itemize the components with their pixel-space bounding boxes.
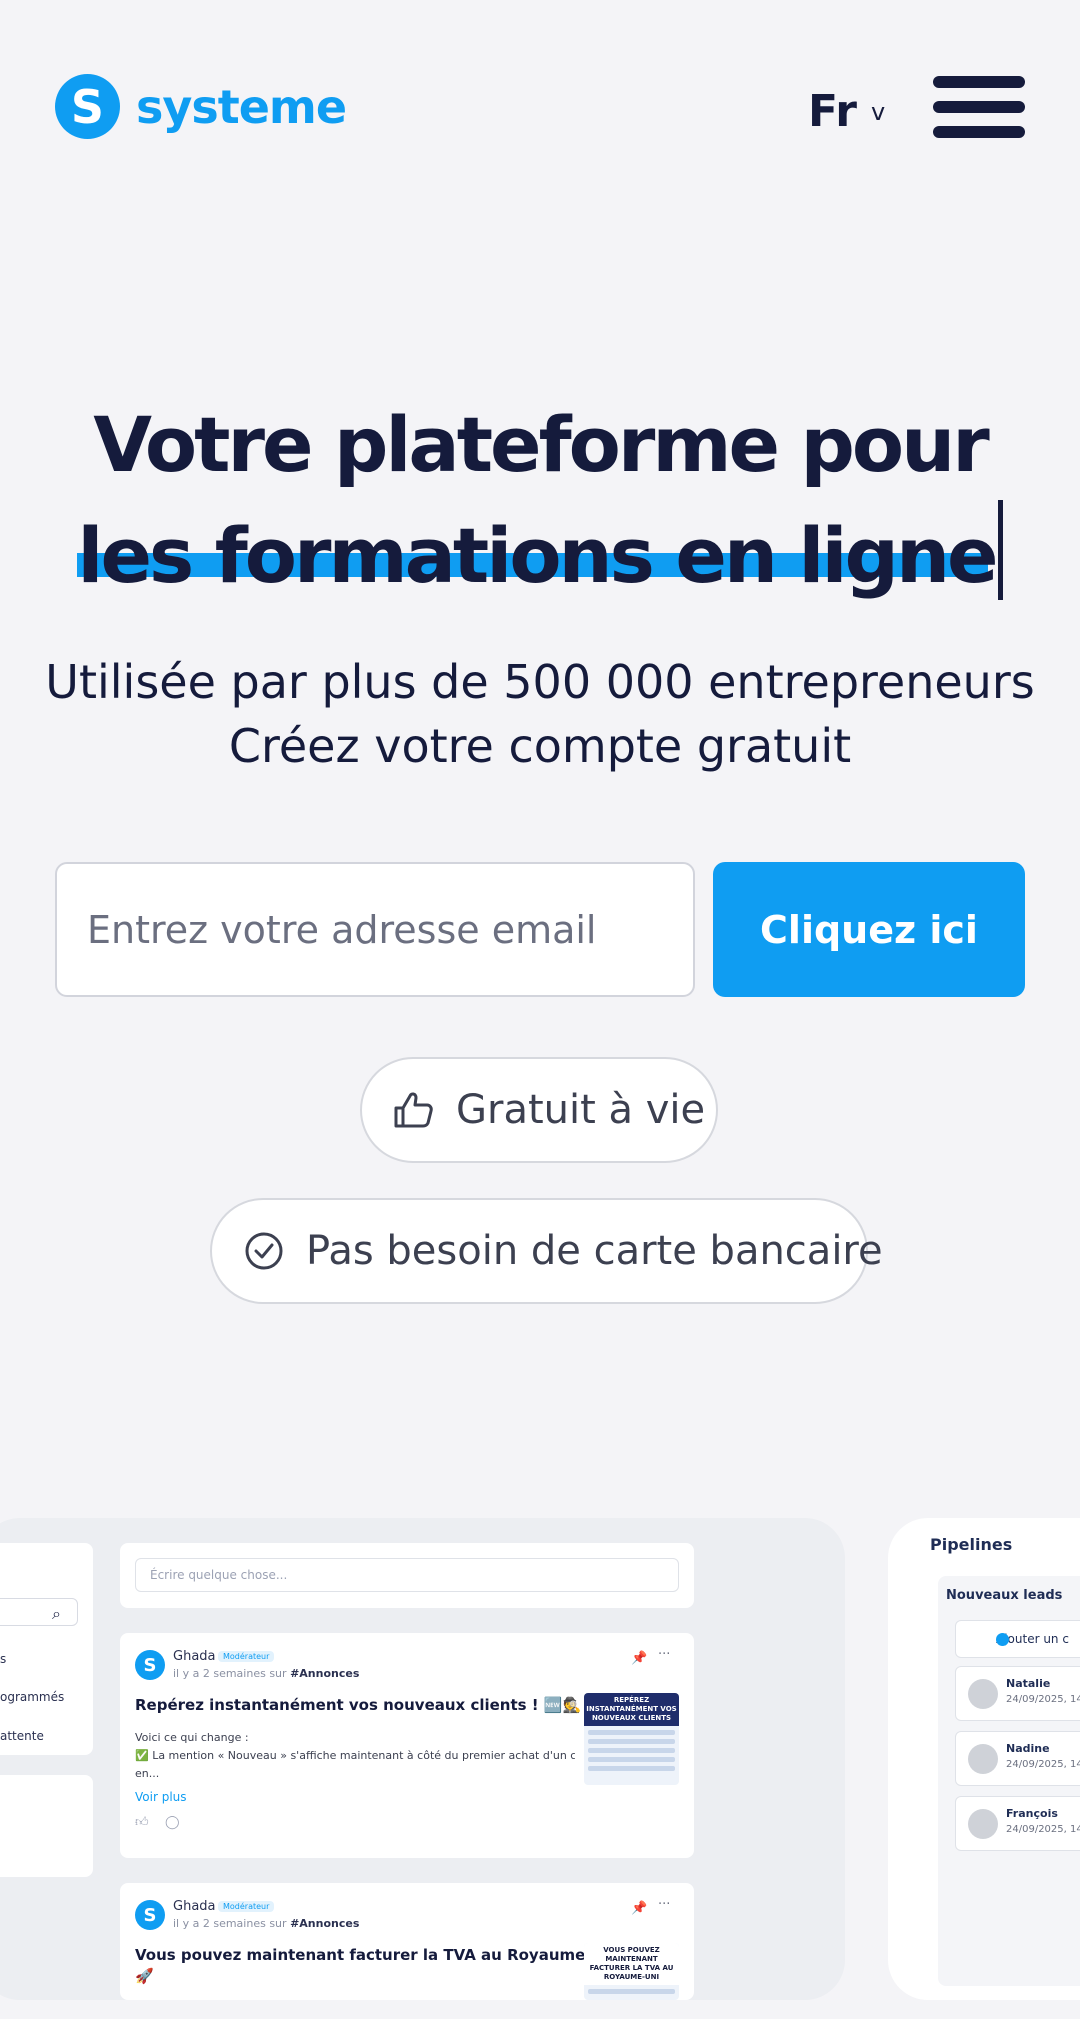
post-author: Ghada [173, 1899, 216, 1914]
post-body-line: en... [135, 1767, 160, 1780]
preview-sidebar-item: ogrammés [0, 1690, 65, 1704]
thumbnail-title: REPÉREZ INSTANTANÉMENT VOS NOUVEAUX CLIE… [584, 1693, 679, 1726]
comment-icon: ◯ [165, 1815, 180, 1830]
email-input[interactable] [55, 862, 695, 997]
hero-title-line1: Votre plateforme pour [93, 400, 989, 489]
preview-sidebar-panel [0, 1775, 93, 1877]
avatar: S [135, 1650, 165, 1680]
signup-button[interactable]: Cliquez ici [713, 862, 1025, 997]
thumbs-up-icon [394, 1092, 433, 1128]
lead-date: 24/09/2025, 14:2 [1006, 1759, 1080, 1770]
pin-icon: 📌 [631, 1901, 648, 1916]
post-title: Vous pouvez maintenant facturer la TVA a… [135, 1946, 620, 1964]
chevron-down-icon: v [870, 97, 886, 126]
more-options-icon: ··· [658, 1647, 671, 1662]
thumbnail-row [588, 1989, 675, 1994]
avatar [968, 1679, 998, 1709]
post-meta: il y a 2 semaines sur #Annonces [173, 1917, 359, 1930]
typing-caret [997, 500, 1003, 600]
logo-text: systeme [136, 79, 347, 134]
pipeline-column-title: Nouveaux leads [946, 1588, 1063, 1603]
pipelines-title: Pipelines [930, 1535, 1013, 1554]
menu-bar [933, 126, 1025, 138]
post-body-line: Voici ce qui change : [135, 1731, 249, 1744]
avatar [968, 1809, 998, 1839]
no-card-label: Pas besoin de carte bancaire [306, 1228, 883, 1274]
hero-title: Votre plateforme pour les formations en … [0, 390, 1080, 611]
hero-title-highlight: les formations en ligne [77, 501, 999, 611]
post-meta-time: il y a 2 semaines sur [173, 1667, 287, 1680]
moderator-badge: Modérateur [218, 1651, 275, 1662]
subtitle-line2: Créez votre compte gratuit [228, 719, 852, 773]
lead-date: 24/09/2025, 14:2 [1006, 1824, 1080, 1835]
thumbnail-row [588, 1748, 675, 1753]
post-thumbnail: VOUS POUVEZ MAINTENANT FACTURER LA TVA A… [584, 1943, 679, 2000]
post-thumbnail: REPÉREZ INSTANTANÉMENT VOS NOUVEAUX CLIE… [584, 1693, 679, 1785]
avatar: S [135, 1900, 165, 1930]
preview-sidebar-item: attente [0, 1729, 44, 1743]
thumbnail-row [588, 1757, 675, 1762]
plus-circle-icon [996, 1633, 1009, 1646]
logo-mark-icon: S [55, 74, 120, 139]
pin-icon: 📌 [631, 1651, 648, 1666]
subtitle-line1: Utilisée par plus de 500 000 entrepreneu… [45, 655, 1035, 709]
systeme-logo[interactable]: S systeme [55, 74, 347, 139]
thumbnail-row [588, 1766, 675, 1771]
no-card-badge: Pas besoin de carte bancaire [210, 1198, 883, 1304]
thumbnail-title: VOUS POUVEZ MAINTENANT FACTURER LA TVA A… [584, 1943, 679, 1985]
hero-subtitle: Utilisée par plus de 500 000 entrepreneu… [0, 650, 1080, 778]
menu-icon[interactable] [933, 76, 1025, 138]
lead-card: François 24/09/2025, 14:2 [955, 1796, 1080, 1851]
post-body: Voici ce qui change : ✅ La mention « Nou… [135, 1729, 575, 1783]
preview-sidebar [0, 1543, 93, 1755]
preview-search-input [0, 1598, 78, 1626]
post-title: Repérez instantanément vos nouveaux clie… [135, 1696, 582, 1714]
lead-name: Nadine [1006, 1742, 1050, 1755]
post-body-line: ✅ La mention « Nouveau » s'affiche maint… [135, 1749, 575, 1762]
lead-card: Natalie 24/09/2025, 14:2 [955, 1666, 1080, 1721]
post-channel: #Annonces [290, 1917, 360, 1930]
more-options-icon: ··· [658, 1897, 671, 1912]
free-forever-label: Gratuit à vie [456, 1087, 706, 1133]
menu-bar [933, 101, 1025, 113]
check-circle-icon [245, 1232, 283, 1270]
post-meta: il y a 2 semaines sur #Annonces [173, 1667, 359, 1680]
post-meta-time: il y a 2 semaines sur [173, 1917, 287, 1930]
menu-bar [933, 76, 1025, 88]
preview-compose-input: Écrire quelque chose... [135, 1558, 679, 1592]
like-icon: 👍︎ [135, 1815, 149, 1830]
post-channel: #Annonces [290, 1667, 360, 1680]
free-forever-badge: Gratuit à vie [360, 1057, 718, 1163]
add-lead-button: Ajouter un c [955, 1620, 1080, 1658]
search-icon: ⌕ [52, 1604, 61, 1623]
moderator-badge: Modérateur [218, 1901, 275, 1912]
preview-sidebar-item: s [0, 1652, 7, 1666]
language-label: Fr [808, 86, 857, 137]
thumbnail-row [588, 1730, 675, 1735]
lead-card: Nadine 24/09/2025, 14:2 [955, 1731, 1080, 1786]
see-more-link: Voir plus [135, 1790, 187, 1804]
avatar [968, 1744, 998, 1774]
site-header: S systeme Fr v [0, 0, 1080, 220]
post-author: Ghada [173, 1649, 216, 1664]
lead-name: François [1006, 1807, 1058, 1820]
preview-post: S Ghada Modérateur il y a 2 semaines sur… [120, 1883, 694, 2000]
lead-name: Natalie [1006, 1677, 1051, 1690]
thumbnail-row [588, 1739, 675, 1744]
lead-date: 24/09/2025, 14:2 [1006, 1694, 1080, 1705]
preview-post: S Ghada Modérateur il y a 2 semaines sur… [120, 1633, 694, 1858]
language-selector[interactable]: Fr v [808, 86, 885, 137]
post-title-emoji: 🚀 [135, 1967, 154, 1985]
hero-title-line2: les formations en ligne [77, 511, 998, 600]
